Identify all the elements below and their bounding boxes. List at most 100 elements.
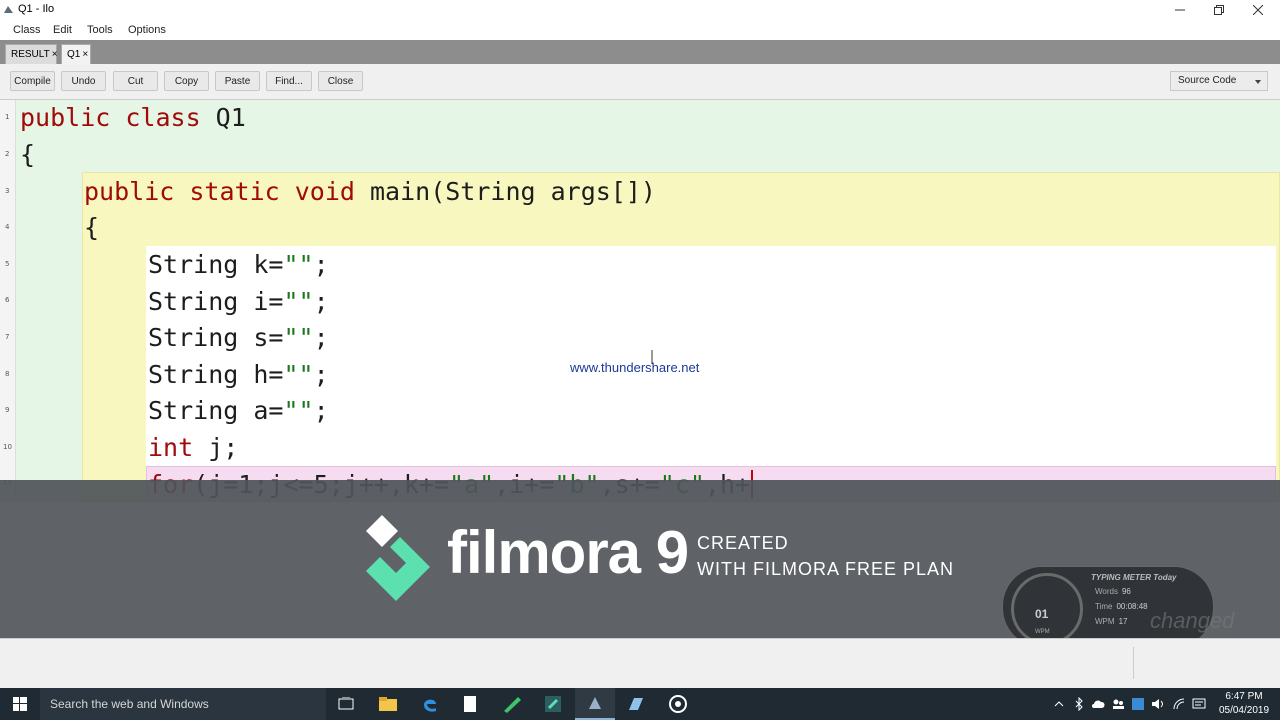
code-editor[interactable]: 1 2 3 4 5 6 7 8 9 10 11 public class Q1 … [0,100,1280,520]
menu-tools[interactable]: Tools [87,24,113,36]
typing-meter-widget: 01 WPM TYPING METER Today Words 96 Time 00… [1002,566,1214,648]
code-line: String i=""; [148,287,329,316]
tab-q1-close-icon[interactable]: × [82,49,88,60]
edge-button[interactable] [410,688,450,720]
line-number: 3 [5,187,10,195]
edge-icon [424,699,436,712]
filmora-watermark-overlay: filmora 9 CREATED WITH FILMORA FREE PLAN… [0,480,1280,648]
wifi-icon[interactable] [1172,697,1186,711]
task-view-icon [338,697,354,710]
line-number: 5 [5,260,10,268]
wpm-stat: WPM 17 [1095,617,1128,626]
app-button-green[interactable] [492,688,532,720]
tab-q1-label: Q1 [67,49,81,60]
cut-button[interactable]: Cut [113,71,158,91]
view-select[interactable]: Source Code [1170,71,1268,91]
paste-button[interactable]: Paste [215,71,260,91]
filmora-taskbar-button[interactable] [533,688,573,720]
menu-options[interactable]: Options [128,24,166,36]
find-button[interactable]: Find... [266,71,312,91]
code-line: public static void main(String args[]) [84,177,656,206]
security-icon[interactable] [1131,697,1145,711]
taskbar-search[interactable]: Search the web and Windows [40,688,326,720]
taskbar-clock[interactable]: 6:47 PM 05/04/2019 [1212,690,1276,718]
close-button[interactable]: Close [318,71,363,91]
start-button[interactable] [0,688,40,720]
restore-button[interactable] [1201,0,1237,20]
pen-icon [504,697,521,713]
free-plan-text: WITH FILMORA FREE PLAN [697,559,955,579]
chevron-up-icon[interactable] [1052,697,1066,711]
line-number: 2 [5,150,10,158]
words-stat: Words 96 [1095,587,1131,596]
document-icon [464,696,476,712]
clock-date: 05/04/2019 [1218,705,1270,716]
tab-bar: RESULT × Q1 × [0,40,1280,64]
code-line: String a=""; [148,396,329,425]
view-select-value: Source Code [1178,75,1237,86]
line-number: 8 [5,370,10,378]
close-icon [1253,5,1263,15]
minimize-icon [1175,9,1185,11]
code-line: { [20,140,36,169]
gauge-value: 01 [1035,607,1049,621]
message-panel [0,638,1280,688]
menu-class[interactable]: Class [13,24,41,36]
line-number: 10 [3,443,12,451]
code-line: public class Q1 [20,103,246,132]
overlay-strip [0,480,1280,502]
bluej-icon [589,697,601,709]
filmora-app-icon [545,696,561,712]
code-line: int j; [148,433,239,462]
filmora-brand: filmora 9 [447,519,689,586]
menu-edit[interactable]: Edit [53,24,72,36]
compile-button[interactable]: Compile [10,71,55,91]
code-line: String s=""; [148,323,329,352]
folder-icon [379,697,397,711]
notification-icon[interactable] [1192,697,1206,711]
restore-icon [1214,5,1224,15]
line-number: 9 [5,406,10,414]
copy-button[interactable]: Copy [164,71,209,91]
taskbar: Search the web and Windows 6:47 PM 05/04… [0,688,1280,720]
windows-logo-icon [13,697,27,711]
bluej-taskbar-button[interactable] [575,688,615,720]
app-button-circle[interactable] [658,688,698,720]
minimize-button[interactable] [1162,0,1198,20]
time-stat: Time 00:08:48 [1095,602,1148,611]
filmora-logo-icon [366,515,430,601]
file-explorer-button[interactable] [368,688,408,720]
watermark-url: www.thundershare.net [570,360,700,375]
people-icon[interactable] [1111,697,1125,711]
line-number: 1 [5,113,10,121]
line-number: 4 [5,223,10,231]
menu-bar: Class Edit Tools Options [0,20,1280,40]
toolbar: Compile Undo Cut Copy Paste Find... Clos… [0,64,1280,100]
code-line: String h=""; [148,360,329,389]
clock-time: 6:47 PM [1225,691,1263,702]
gauge-label: WPM [1035,629,1050,635]
tab-q1[interactable]: Q1 × [61,44,91,64]
tab-result[interactable]: RESULT × [5,44,58,64]
changed-watermark: changed [1150,608,1235,633]
app-icon-blue [629,698,643,710]
volume-icon[interactable] [1151,697,1165,711]
typing-meter-title: TYPING METER Today [1091,573,1177,582]
chevron-down-icon [1255,80,1261,84]
undo-button[interactable]: Undo [61,71,106,91]
code-line: { [84,213,100,242]
app-button-blue[interactable] [616,688,656,720]
close-window-button[interactable] [1240,0,1276,20]
task-view-button[interactable] [326,688,366,720]
notepad-button[interactable] [450,688,490,720]
app-icon [4,6,13,13]
cloud-icon[interactable] [1091,697,1105,711]
search-placeholder: Search the web and Windows [50,697,209,711]
bluetooth-icon[interactable] [1072,697,1086,711]
tab-result-close-icon[interactable]: × [52,49,58,60]
title-bar: Q1 - Ilo [0,0,1280,20]
tab-result-label: RESULT [11,49,50,60]
code-line: String k=""; [148,250,329,279]
created-text: CREATED [697,533,789,553]
line-number: 6 [5,296,10,304]
